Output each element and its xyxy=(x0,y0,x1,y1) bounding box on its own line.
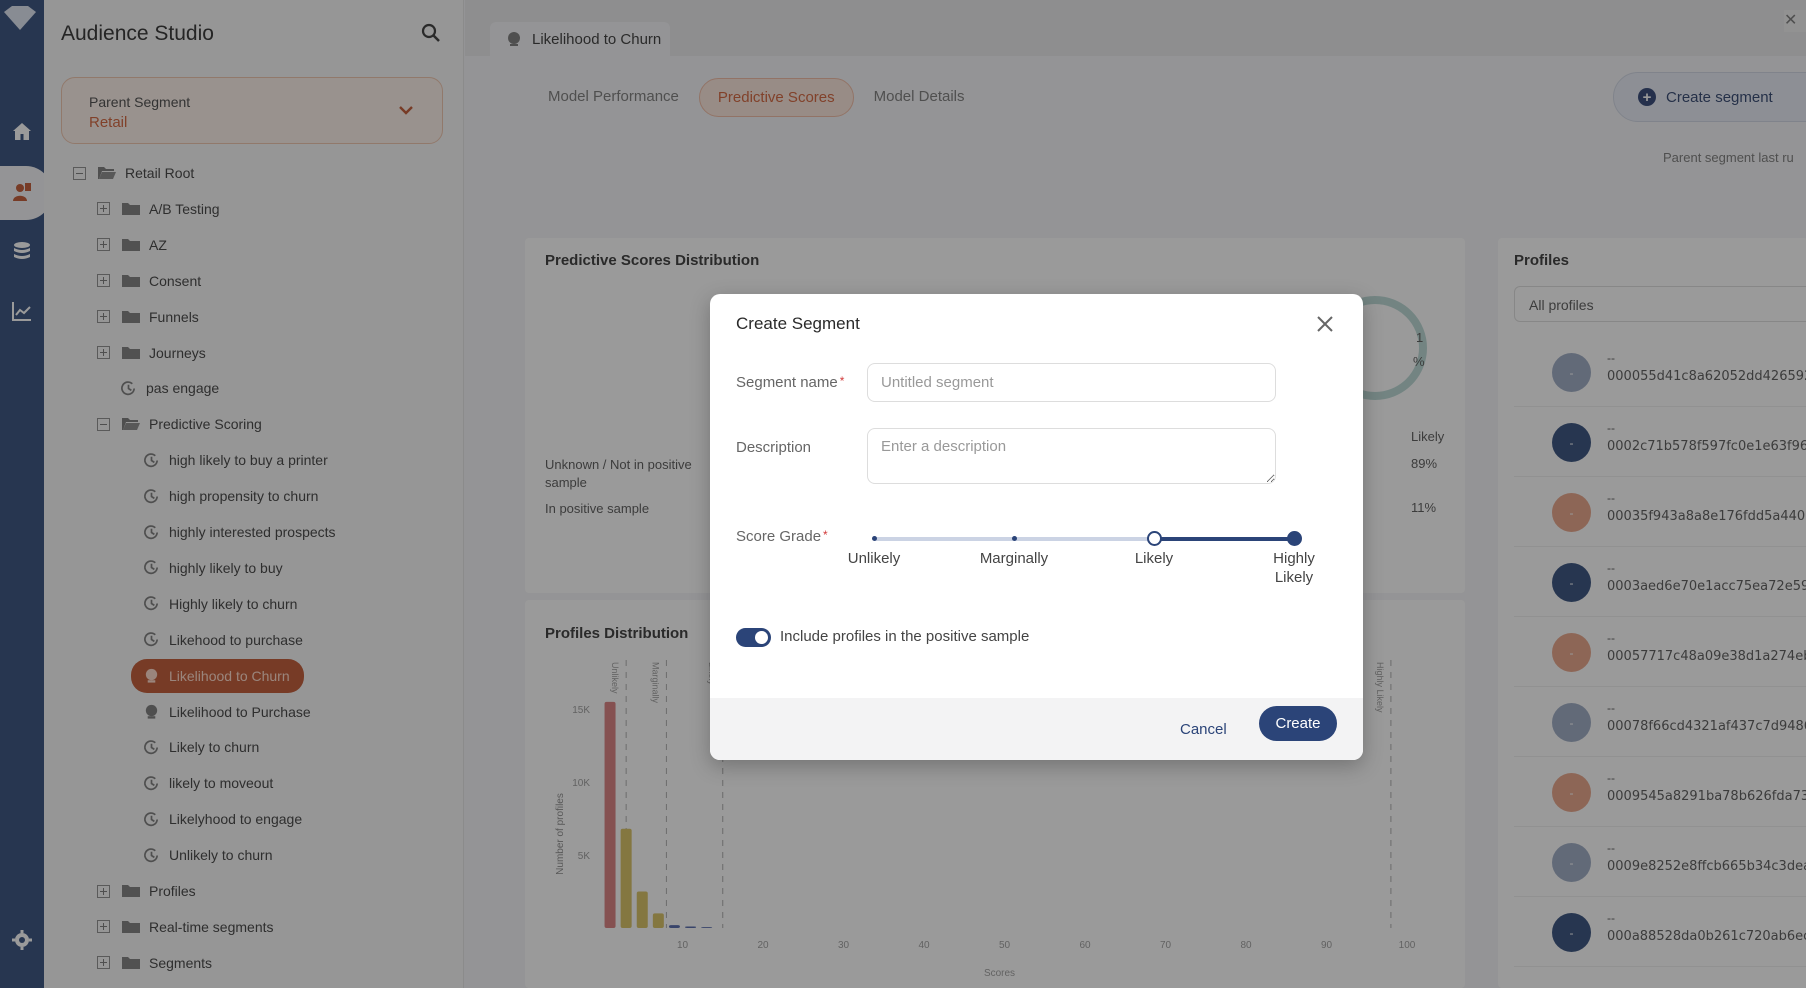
close-icon[interactable] xyxy=(1313,312,1337,336)
create-button[interactable]: Create xyxy=(1259,706,1337,741)
modal-title: Create Segment xyxy=(736,314,860,333)
required-marker: * xyxy=(823,528,828,542)
score-grade-label-text: Score Grade xyxy=(736,528,822,545)
slider-stop xyxy=(1012,536,1017,541)
slider-grade-label[interactable]: Unlikely xyxy=(829,549,919,568)
segment-name-label: Segment name * xyxy=(736,374,844,391)
slider-handle[interactable] xyxy=(1147,531,1162,546)
description-input[interactable] xyxy=(867,428,1276,484)
segment-name-label-text: Segment name xyxy=(736,374,838,391)
toggle-knob xyxy=(755,631,768,644)
include-positive-toggle[interactable] xyxy=(736,628,771,647)
modal-footer: Cancel Create xyxy=(710,698,1363,760)
description-label: Description xyxy=(736,439,812,456)
include-positive-label: Include profiles in the positive sample xyxy=(780,628,1030,645)
slider-handle[interactable] xyxy=(1287,531,1302,546)
create-segment-modal: Create Segment Segment name* Description… xyxy=(710,294,1363,760)
slider-grade-label[interactable]: Highly Likely xyxy=(1264,549,1324,587)
slider-stop xyxy=(872,536,877,541)
slider-grade-label[interactable]: Likely xyxy=(1109,549,1199,568)
required-marker: * xyxy=(839,374,845,388)
cancel-button[interactable]: Cancel xyxy=(1180,712,1227,746)
slider-selected-range xyxy=(1154,537,1294,541)
slider-grade-label[interactable]: Marginally xyxy=(969,549,1059,568)
score-grade-slider[interactable]: Unlikely Marginally Likely Highly Likely xyxy=(848,531,1315,597)
score-grade-label: Score Grade * xyxy=(736,528,828,545)
app-root: Audience Studio Parent Segment Retail Re… xyxy=(0,0,1806,988)
segment-name-input[interactable] xyxy=(867,363,1276,402)
